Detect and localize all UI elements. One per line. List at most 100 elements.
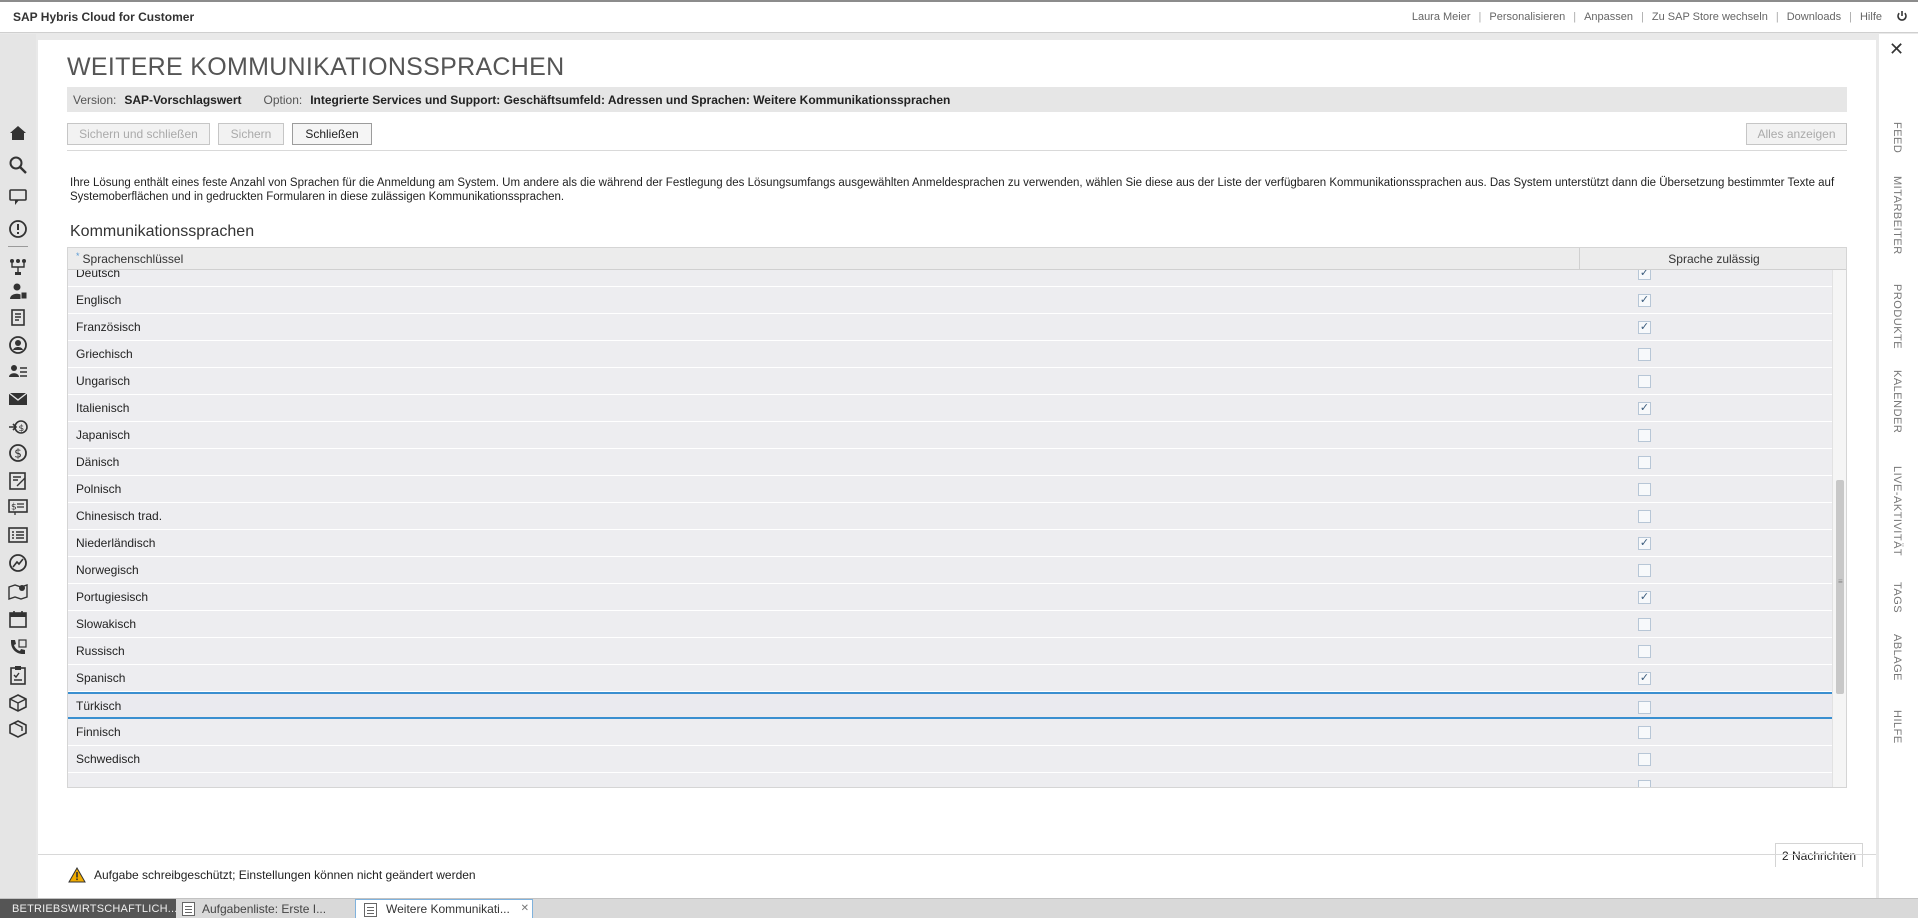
language-allowed-checkbox[interactable] [1638, 456, 1651, 469]
table-row[interactable]: Griechisch [68, 341, 1832, 368]
currency-icon[interactable]: $ [7, 442, 29, 464]
tab-filing[interactable]: ABLAGE [1891, 634, 1903, 681]
checklist-icon[interactable] [7, 664, 29, 686]
sales-icon[interactable]: $ [7, 416, 29, 438]
language-allowed-checkbox[interactable] [1638, 780, 1651, 787]
adapt-link[interactable]: Anpassen [1584, 11, 1633, 23]
language-allowed-checkbox[interactable]: ✓ [1638, 321, 1651, 334]
message-count-tab[interactable]: 2 Nachrichten [1775, 843, 1863, 867]
table-row[interactable]: Türkisch [68, 692, 1832, 719]
table-row[interactable]: Schwedisch [68, 746, 1832, 773]
person-icon[interactable] [7, 334, 29, 356]
sap-store-link[interactable]: Zu SAP Store wechseln [1652, 11, 1768, 23]
language-allowed-checkbox[interactable] [1638, 618, 1651, 631]
required-marker: * [76, 251, 80, 261]
language-name: Ungarisch [76, 374, 131, 388]
report-icon[interactable] [7, 470, 29, 492]
language-allowed-checkbox[interactable]: ✓ [1638, 672, 1651, 685]
table-row[interactable]: Polnisch [68, 476, 1832, 503]
tab-feed[interactable]: FEED [1891, 122, 1903, 153]
table-row[interactable]: Japanisch [68, 422, 1832, 449]
table-row[interactable]: Norwegisch [68, 557, 1832, 584]
alert-icon[interactable] [7, 218, 29, 240]
show-all-button[interactable]: Alles anzeigen [1746, 123, 1847, 145]
close-button[interactable]: Schließen [292, 123, 372, 145]
table-scrollbar[interactable]: ≡ [1832, 270, 1846, 787]
table-row[interactable]: Ungarisch [68, 368, 1832, 395]
task-communication-languages[interactable]: Weitere Kommunikati... ✕ [355, 899, 533, 918]
contacts-icon[interactable] [7, 360, 29, 382]
products-icon[interactable] [7, 718, 29, 740]
language-allowed-checkbox[interactable]: ✓ [1638, 402, 1651, 415]
map-icon[interactable] [7, 580, 29, 602]
tab-products[interactable]: PRODUKTE [1891, 284, 1903, 349]
home-icon[interactable] [7, 122, 29, 144]
column-header-language-key[interactable]: * Sprachenschlüssel [68, 248, 1580, 270]
list-icon[interactable] [7, 524, 29, 546]
language-allowed-checkbox[interactable]: ✓ [1638, 270, 1651, 280]
table-row[interactable]: Französisch ✓ [68, 314, 1832, 341]
table-row[interactable]: Slowakisch [68, 611, 1832, 638]
workflow-icon[interactable] [7, 256, 29, 278]
tab-calendar[interactable]: KALENDER [1891, 370, 1903, 433]
language-name: Norwegisch [76, 563, 139, 577]
help-link[interactable]: Hilfe [1860, 11, 1882, 23]
tab-tags[interactable]: TAGS [1891, 582, 1903, 613]
app-brand: SAP Hybris Cloud for Customer [13, 10, 195, 24]
table-row[interactable]: Deutsch ✓ [68, 270, 1832, 287]
language-allowed-checkbox[interactable] [1638, 348, 1651, 361]
table-row[interactable]: Chinesisch trad. [68, 503, 1832, 530]
scrollbar-thumb[interactable]: ≡ [1836, 480, 1844, 694]
tab-employees[interactable]: MITARBEITER [1891, 176, 1903, 255]
table-row[interactable]: Italienisch ✓ [68, 395, 1832, 422]
column-header-language-allowed[interactable]: Sprache zulässig [1581, 248, 1846, 270]
language-allowed-checkbox[interactable] [1638, 564, 1651, 577]
svg-text:$: $ [11, 503, 17, 513]
power-icon[interactable] [1896, 10, 1908, 25]
table-row[interactable]: Russisch [68, 638, 1832, 665]
table-row[interactable] [68, 773, 1832, 787]
language-allowed-checkbox[interactable] [1638, 375, 1651, 388]
language-allowed-checkbox[interactable] [1638, 701, 1651, 714]
language-allowed-checkbox[interactable] [1638, 645, 1651, 658]
save-and-close-button[interactable]: Sichern und schließen [67, 123, 210, 145]
tab-live-activity[interactable]: LIVE-AKTIVITÄT [1891, 466, 1903, 556]
task-activity-list[interactable]: Aufgabenliste: Erste I... [176, 899, 354, 918]
documents-icon[interactable] [7, 306, 29, 328]
user-link[interactable]: Laura Meier [1412, 11, 1471, 23]
table-row[interactable]: Niederländisch ✓ [68, 530, 1832, 557]
close-icon[interactable]: ✕ [1889, 40, 1904, 58]
version-label: Version: [73, 92, 117, 107]
phone-icon[interactable] [7, 636, 29, 658]
table-row[interactable]: Dänisch [68, 449, 1832, 476]
customer-icon[interactable] [7, 280, 29, 302]
language-allowed-checkbox[interactable] [1638, 429, 1651, 442]
table-row[interactable]: Spanisch ✓ [68, 665, 1832, 692]
downloads-link[interactable]: Downloads [1787, 11, 1841, 23]
calendar-icon[interactable] [7, 608, 29, 630]
language-allowed-checkbox[interactable]: ✓ [1638, 537, 1651, 550]
language-name: Portugiesisch [76, 590, 149, 604]
table-row[interactable]: Finnisch [68, 719, 1832, 746]
personalize-link[interactable]: Personalisieren [1489, 11, 1565, 23]
task-business-config[interactable]: BETRIEBSWIRTSCHAFTLICH... [0, 899, 177, 918]
analytics-icon[interactable] [7, 552, 29, 574]
tab-help[interactable]: HILFE [1891, 710, 1903, 744]
feed-icon[interactable] [7, 186, 29, 208]
language-name: Chinesisch trad. [76, 509, 163, 523]
save-button[interactable]: Sichern [218, 123, 284, 145]
table-row[interactable]: Englisch ✓ [68, 287, 1832, 314]
email-icon[interactable] [7, 388, 29, 410]
language-allowed-checkbox[interactable]: ✓ [1638, 591, 1651, 604]
language-allowed-checkbox[interactable] [1638, 753, 1651, 766]
pricing-icon[interactable]: $ [7, 496, 29, 518]
product-icon[interactable] [7, 692, 29, 714]
language-allowed-checkbox[interactable] [1638, 483, 1651, 496]
language-allowed-checkbox[interactable] [1638, 726, 1651, 739]
table-row[interactable]: Portugiesisch ✓ [68, 584, 1832, 611]
search-icon[interactable] [7, 154, 29, 176]
close-task-icon[interactable]: ✕ [521, 903, 529, 914]
language-allowed-checkbox[interactable]: ✓ [1638, 294, 1651, 307]
language-allowed-checkbox[interactable] [1638, 510, 1651, 523]
language-name: Slowakisch [76, 617, 137, 631]
